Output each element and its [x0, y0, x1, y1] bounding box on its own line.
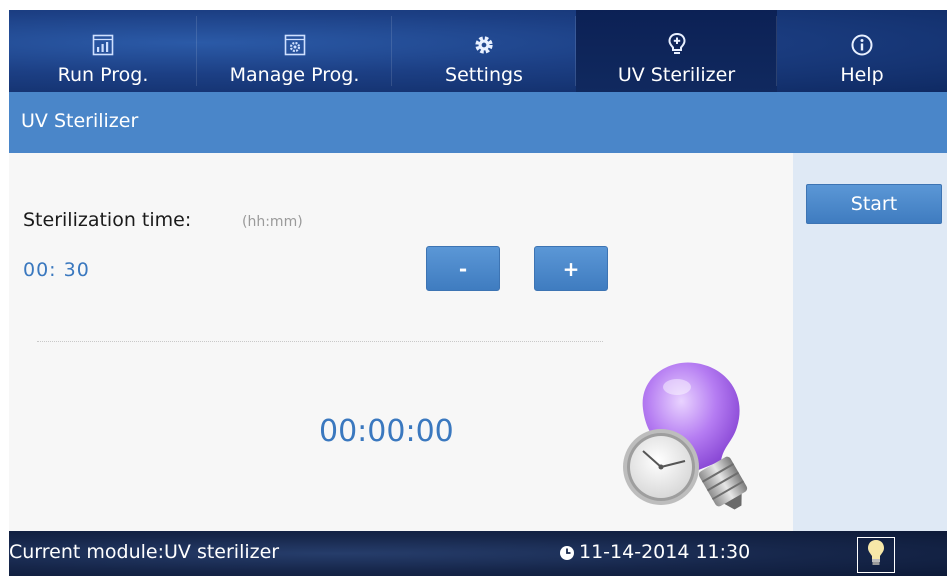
bar-chart-icon: [90, 32, 116, 58]
countdown-timer: 00:00:00: [319, 414, 454, 449]
status-bar: Current module:UV sterilizer 11-14-2014 …: [9, 531, 947, 576]
tab-label: Settings: [445, 64, 523, 86]
uv-lamp-clock-illustration: [609, 357, 773, 517]
manage-program-icon: [282, 32, 308, 58]
dotted-divider: [37, 341, 603, 342]
clock-icon: [559, 545, 575, 561]
time-format-hint: (hh:mm): [242, 214, 303, 230]
decrease-time-button[interactable]: -: [426, 246, 500, 291]
app-window: Run Prog. Manage Prog. Settings UV Steri…: [9, 10, 947, 576]
page-title: UV Sterilizer: [21, 110, 139, 132]
light-bulb-icon: [866, 539, 886, 571]
tab-uv-sterilizer[interactable]: UV Sterilizer: [576, 10, 777, 92]
tab-settings[interactable]: Settings: [392, 10, 576, 92]
tab-run-program[interactable]: Run Prog.: [9, 10, 197, 92]
tab-label: Run Prog.: [57, 64, 149, 86]
date-time: 11-14-2014 11:30: [579, 541, 751, 563]
tab-manage-program[interactable]: Manage Prog.: [197, 10, 392, 92]
current-module-text: Current module:UV sterilizer: [9, 541, 280, 563]
lamp-toggle-button[interactable]: [857, 537, 895, 573]
start-button[interactable]: Start: [806, 184, 942, 224]
top-navigation: Run Prog. Manage Prog. Settings UV Steri…: [9, 10, 947, 92]
tab-help[interactable]: Help: [777, 10, 947, 92]
action-panel: Start: [793, 153, 947, 531]
tab-label: Manage Prog.: [229, 64, 360, 86]
gear-icon: [471, 32, 497, 58]
info-icon: [849, 32, 875, 58]
tab-label: UV Sterilizer: [617, 64, 736, 86]
sterilization-time-label: Sterilization time:: [23, 209, 192, 231]
tab-label: Help: [840, 64, 884, 86]
increase-time-button[interactable]: +: [534, 246, 608, 291]
sterilizer-panel: Sterilization time: (hh:mm) 00: 30 - + 0…: [9, 153, 793, 531]
module-title-bar: UV Sterilizer: [9, 92, 947, 153]
clock-illustration-icon: [623, 429, 699, 505]
uv-bulb-icon: [664, 32, 690, 58]
sterilization-time-value[interactable]: 00: 30: [23, 259, 90, 281]
